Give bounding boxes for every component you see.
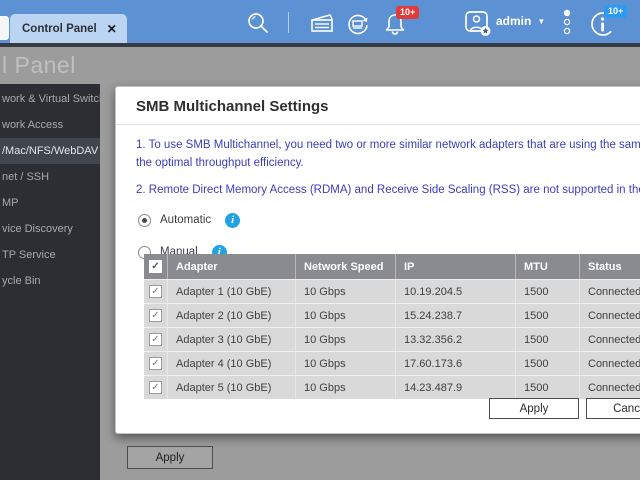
search-icon[interactable] — [246, 11, 270, 35]
cell-status: Connected — [580, 352, 640, 375]
row-checkbox[interactable]: ✓ — [149, 333, 162, 346]
table-row[interactable]: ✓ Adapter 4 (10 GbE) 10 Gbps 17.60.173.6… — [144, 351, 640, 375]
more-menu-icon[interactable] — [560, 9, 574, 37]
cell-adapter: Adapter 1 (10 GbE) — [168, 280, 296, 303]
cell-ip: 13.32.356.2 — [396, 328, 516, 351]
cell-ip: 10.19.204.5 — [396, 280, 516, 303]
cell-ip: 17.60.173.6 — [396, 352, 516, 375]
sidebar-item-network-access[interactable]: work Access — [0, 112, 100, 138]
user-menu[interactable]: admin ▼ — [496, 14, 545, 28]
topbar: Control Panel ✕ 10+ admin ▼ 10+ — [0, 0, 640, 43]
close-icon[interactable]: ✕ — [107, 22, 117, 36]
info-icon[interactable]: i — [225, 212, 241, 228]
smb-multichannel-dialog: SMB Multichannel Settings 1. To use SMB … — [115, 86, 640, 434]
tab-label: Control Panel — [22, 22, 97, 35]
sidebar-item-telnet-ssh[interactable]: net / SSH — [0, 164, 100, 190]
cell-adapter: Adapter 4 (10 GbE) — [168, 352, 296, 375]
sync-icon[interactable] — [344, 11, 372, 37]
page-apply-button[interactable]: Apply — [127, 446, 213, 469]
select-all-checkbox[interactable]: ✓ — [149, 260, 162, 273]
table-row[interactable]: ✓ Adapter 2 (10 GbE) 10 Gbps 15.24.238.7… — [144, 303, 640, 327]
tab-control-panel[interactable]: Control Panel ✕ — [10, 14, 127, 43]
topbar-divider — [288, 12, 289, 33]
cell-adapter: Adapter 3 (10 GbE) — [168, 328, 296, 351]
cell-mtu: 1500 — [516, 328, 580, 351]
sidebar-item-recycle-bin[interactable]: ycle Bin — [0, 268, 100, 294]
automatic-radio-label: Automatic — [160, 214, 212, 226]
app-icon[interactable] — [0, 16, 9, 40]
user-icon[interactable] — [463, 10, 493, 38]
note-2: 2. Remote Direct Memory Access (RDMA) an… — [136, 184, 640, 196]
note-1-line-2: the optimal throughput efficiency. — [136, 157, 304, 169]
cell-speed: 10 Gbps — [296, 328, 396, 351]
chevron-down-icon: ▼ — [537, 16, 546, 26]
cell-adapter: Adapter 2 (10 GbE) — [168, 304, 296, 327]
row-checkbox[interactable]: ✓ — [149, 285, 162, 298]
table-header-row: ✓ Adapter Network Speed IP MTU Status — [144, 254, 640, 279]
cell-status: Connected — [580, 304, 640, 327]
column-header-status[interactable]: Status — [580, 254, 640, 279]
column-header-network-speed[interactable]: Network Speed — [296, 254, 396, 279]
radio-row-automatic: Automatic i — [138, 209, 640, 231]
row-checkbox[interactable]: ✓ — [149, 357, 162, 370]
table-row[interactable]: ✓ Adapter 1 (10 GbE) 10 Gbps 10.19.204.5… — [144, 279, 640, 303]
row-checkbox[interactable]: ✓ — [149, 381, 162, 394]
cell-speed: 10 Gbps — [296, 376, 396, 399]
dialog-title: SMB Multichannel Settings — [136, 98, 329, 115]
cell-speed: 10 Gbps — [296, 352, 396, 375]
adapter-table: ✓ Adapter Network Speed IP MTU Status ✓ … — [144, 254, 640, 399]
cell-mtu: 1500 — [516, 304, 580, 327]
sidebar-item-service-discovery[interactable]: vice Discovery — [0, 216, 100, 242]
dialog-notes: 1. To use SMB Multichannel, you need two… — [136, 136, 640, 199]
cell-speed: 10 Gbps — [296, 280, 396, 303]
cell-mtu: 1500 — [516, 352, 580, 375]
cancel-button[interactable]: Cancel — [586, 398, 640, 419]
user-name: admin — [496, 14, 532, 28]
cell-ip: 15.24.238.7 — [396, 304, 516, 327]
notifications-badge: 10+ — [396, 6, 420, 19]
table-row[interactable]: ✓ Adapter 5 (10 GbE) 10 Gbps 14.23.487.9… — [144, 375, 640, 399]
column-header-adapter[interactable]: Adapter — [168, 254, 296, 279]
cell-mtu: 1500 — [516, 376, 580, 399]
column-header-ip[interactable]: IP — [396, 254, 516, 279]
note-1-line-1: 1. To use SMB Multichannel, you need two… — [136, 139, 640, 151]
dialog-divider — [116, 124, 640, 125]
table-row[interactable]: ✓ Adapter 3 (10 GbE) 10 Gbps 13.32.356.2… — [144, 327, 640, 351]
sidebar: work & Virtual Switch work Access /Mac/N… — [0, 84, 100, 480]
cell-status: Connected — [580, 328, 640, 351]
topbar-shadow-strip — [0, 43, 640, 47]
background-task-icon[interactable] — [308, 11, 336, 35]
sidebar-item-ftp-service[interactable]: TP Service — [0, 242, 100, 268]
page-title: l Panel — [2, 52, 76, 78]
cell-adapter: Adapter 5 (10 GbE) — [168, 376, 296, 399]
cell-status: Connected — [580, 280, 640, 303]
system-info-badge: 10+ — [604, 5, 628, 18]
automatic-radio[interactable] — [138, 213, 151, 227]
sidebar-item-win-mac-nfs-webdav[interactable]: /Mac/NFS/WebDAV — [0, 138, 100, 164]
cell-speed: 10 Gbps — [296, 304, 396, 327]
cell-status: Connected — [580, 376, 640, 399]
cell-mtu: 1500 — [516, 280, 580, 303]
row-checkbox[interactable]: ✓ — [149, 309, 162, 322]
column-header-mtu[interactable]: MTU — [516, 254, 580, 279]
sidebar-item-network-virtual-switch[interactable]: work & Virtual Switch — [0, 86, 100, 112]
apply-button[interactable]: Apply — [489, 398, 579, 419]
sidebar-item-snmp[interactable]: MP — [0, 190, 100, 216]
page-header: l Panel — [0, 47, 640, 84]
cell-ip: 14.23.487.9 — [396, 376, 516, 399]
